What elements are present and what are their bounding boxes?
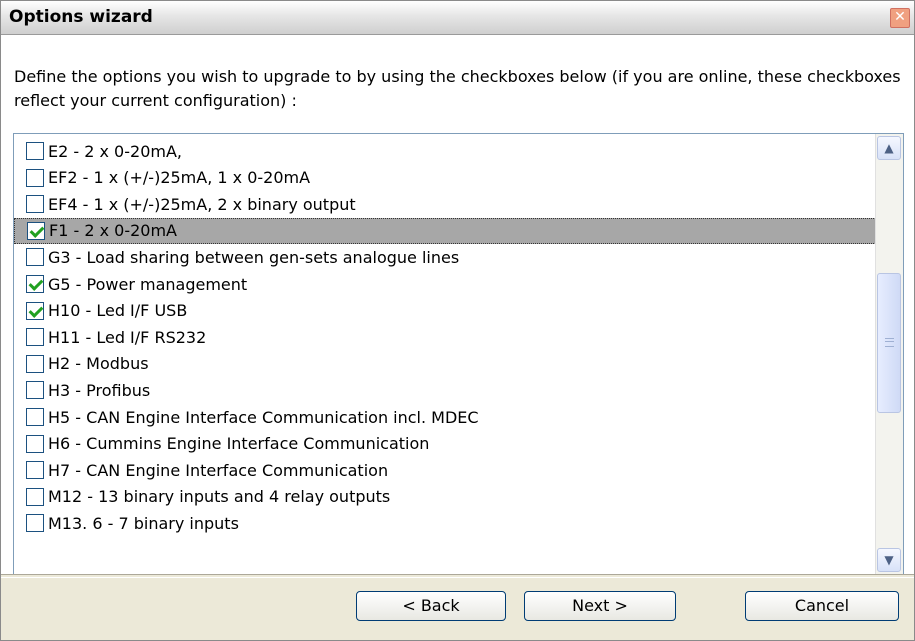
option-checkbox[interactable]: [26, 487, 44, 506]
footer-divider: [1, 574, 914, 578]
option-label: H11 - Led I/F RS232: [48, 327, 207, 347]
close-icon: ✕: [894, 9, 906, 25]
scroll-down-button[interactable]: ▼: [877, 548, 901, 572]
option-label: H3 - Profibus: [48, 380, 151, 400]
option-checkbox[interactable]: [26, 168, 44, 187]
option-label: F1 - 2 x 0-20mA: [49, 221, 177, 241]
option-label: H6 - Cummins Engine Interface Communicat…: [48, 434, 430, 454]
option-row[interactable]: H3 - Profibus: [14, 377, 876, 403]
option-row[interactable]: F1 - 2 x 0-20mA: [14, 217, 876, 244]
option-label: EF4 - 1 x (+/-)25mA, 2 x binary output: [48, 194, 356, 214]
option-checkbox[interactable]: [26, 275, 44, 293]
chevron-down-icon: ▼: [884, 553, 894, 567]
option-row[interactable]: M12 - 13 binary inputs and 4 relay outpu…: [14, 484, 876, 510]
option-label: M12 - 13 binary inputs and 4 relay outpu…: [48, 487, 391, 507]
option-row[interactable]: E2 - 2 x 0-20mA,: [14, 138, 876, 164]
option-label: EF2 - 1 x (+/-)25mA, 1 x 0-20mA: [48, 168, 311, 188]
option-row[interactable]: H6 - Cummins Engine Interface Communicat…: [14, 431, 876, 457]
option-row[interactable]: H11 - Led I/F RS232: [14, 324, 876, 350]
option-row[interactable]: H10 - Led I/F USB: [14, 298, 876, 324]
title-bar: Options wizard ✕: [1, 1, 914, 35]
option-checkbox[interactable]: [27, 221, 45, 240]
vertical-scrollbar[interactable]: ▲ ▼: [875, 134, 903, 574]
option-row[interactable]: H7 - CAN Engine Interface Communication: [14, 457, 876, 483]
option-checkbox[interactable]: [26, 301, 44, 320]
option-checkbox[interactable]: [26, 408, 44, 426]
cancel-button[interactable]: Cancel: [745, 591, 899, 621]
option-checkbox[interactable]: [26, 354, 44, 373]
option-row[interactable]: EF2 - 1 x (+/-)25mA, 1 x 0-20mA: [14, 165, 876, 191]
option-label: E2 - 2 x 0-20mA,: [48, 141, 182, 161]
option-checkbox[interactable]: [26, 142, 44, 160]
options-wizard-window: Options wizard ✕ Define the options you …: [0, 0, 915, 641]
option-checkbox[interactable]: [26, 328, 44, 347]
option-row[interactable]: M13. 6 - 7 binary inputs: [14, 510, 876, 536]
option-label: H10 - Led I/F USB: [48, 301, 188, 321]
instructions-text: Define the options you wish to upgrade t…: [14, 67, 901, 110]
option-row[interactable]: G5 - Power management: [14, 271, 876, 297]
scroll-up-button[interactable]: ▲: [877, 136, 901, 160]
options-checklist[interactable]: E2 - 2 x 0-20mA, EF2 - 1 x (+/-)25mA, 1 x…: [13, 133, 904, 575]
option-checkbox[interactable]: [26, 434, 44, 453]
close-button[interactable]: ✕: [890, 8, 910, 28]
option-label: M13. 6 - 7 binary inputs: [48, 513, 239, 533]
option-checkbox[interactable]: [26, 248, 44, 267]
next-button[interactable]: Next >: [524, 591, 676, 621]
option-row[interactable]: H5 - CAN Engine Interface Communication …: [14, 404, 876, 430]
option-checkbox[interactable]: [26, 195, 44, 214]
grip-icon: [885, 338, 894, 347]
content-area: Define the options you wish to upgrade t…: [1, 35, 914, 575]
option-row[interactable]: EF4 - 1 x (+/-)25mA, 2 x binary output: [14, 191, 876, 217]
option-label: H2 - Modbus: [48, 354, 149, 374]
option-checkbox[interactable]: [26, 381, 44, 400]
option-row[interactable]: G3 - Load sharing between gen-sets analo…: [14, 244, 876, 270]
back-button[interactable]: < Back: [356, 591, 506, 621]
option-label: G5 - Power management: [48, 274, 248, 294]
option-checkbox[interactable]: [26, 461, 44, 480]
option-label: G3 - Load sharing between gen-sets analo…: [48, 247, 460, 267]
chevron-up-icon: ▲: [884, 141, 894, 155]
option-checkbox[interactable]: [26, 514, 44, 533]
option-row[interactable]: H2 - Modbus: [14, 351, 876, 377]
option-label: H7 - CAN Engine Interface Communication: [48, 460, 389, 480]
scroll-thumb[interactable]: [877, 273, 901, 413]
options-list: E2 - 2 x 0-20mA, EF2 - 1 x (+/-)25mA, 1 x…: [14, 134, 876, 574]
option-label: H5 - CAN Engine Interface Communication …: [48, 407, 479, 427]
window-title: Options wizard: [9, 7, 153, 27]
